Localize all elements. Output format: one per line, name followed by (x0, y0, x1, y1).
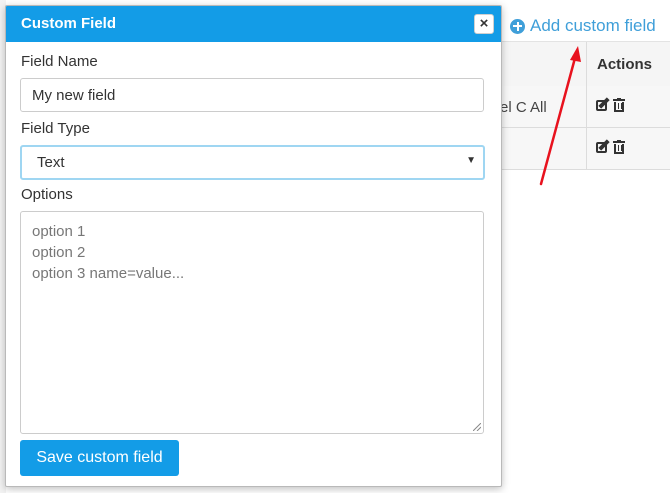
add-custom-field-link[interactable]: Add custom field (510, 15, 656, 37)
dialog-title: Custom Field (21, 15, 117, 32)
field-name-input[interactable] (20, 78, 484, 112)
resize-handle-icon[interactable] (473, 423, 481, 431)
options-placeholder-line: option 1 (32, 223, 86, 240)
column-divider (586, 86, 587, 127)
column-divider (586, 42, 587, 86)
add-custom-field-label: Add custom field (530, 16, 656, 35)
table-row: el C All (500, 86, 670, 128)
trash-icon[interactable] (613, 140, 625, 154)
row-actions (596, 139, 625, 154)
table-cell: el C All (500, 99, 547, 116)
field-type-select[interactable]: Text ▼ (20, 145, 485, 180)
edit-icon[interactable] (596, 97, 610, 112)
save-custom-field-button[interactable]: Save custom field (20, 440, 179, 476)
actions-column-header: Actions (597, 56, 653, 73)
column-divider (586, 128, 587, 169)
trash-icon[interactable] (613, 98, 625, 112)
edit-icon[interactable] (596, 139, 610, 154)
table-row (500, 128, 670, 170)
row-actions (596, 97, 625, 112)
plus-circle-icon (510, 18, 525, 34)
options-label: Options (21, 186, 73, 203)
dialog-header: Custom Field × (6, 6, 501, 42)
caret-down-icon: ▼ (466, 155, 476, 166)
options-placeholder-line: option 2 (32, 244, 86, 261)
field-type-selected-value: Text (37, 154, 65, 171)
options-placeholder-line: option 3 name=value... (32, 265, 185, 282)
custom-field-dialog: Custom Field × Field Name Field Type Tex… (5, 5, 502, 487)
field-type-label: Field Type (21, 120, 90, 137)
field-name-label: Field Name (21, 53, 98, 70)
close-button[interactable]: × (474, 14, 494, 34)
close-icon: × (479, 15, 489, 32)
options-textarea[interactable]: option 1 option 2 option 3 name=value... (20, 211, 484, 434)
table-header-row: Actions (500, 41, 670, 87)
